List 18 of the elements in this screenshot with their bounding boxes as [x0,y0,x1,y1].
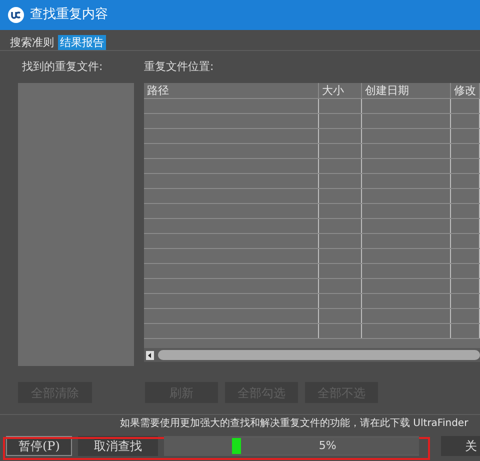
app-logo-icon [8,7,24,23]
tab[interactable]: 搜索准则 [8,35,56,50]
column-header[interactable]: 大小 [319,83,362,98]
window-title: 查找重复内容 [30,6,108,24]
column-header[interactable]: 修改 [451,83,480,98]
pause-button[interactable]: 暂停(P) [6,436,72,456]
horizontal-scrollbar[interactable] [144,348,480,362]
column-header[interactable]: 路径 [144,83,319,98]
close-button[interactable]: 关 [440,436,480,456]
cancel-button[interactable]: 取消查找 [78,436,158,456]
hint-text: 如果需要使用更加强大的查找和解决重复文件的功能，请在此下载 UltraFinder [120,417,470,431]
tab[interactable]: 结果报告 [58,35,106,50]
scroll-thumb[interactable] [158,350,480,360]
column-header[interactable]: 创建日期 [362,83,451,98]
found-files-label: 找到的重复文件: [21,59,104,75]
progress-reading: 5% [318,438,336,454]
scroll-left-icon[interactable] [146,350,154,360]
locations-label: 重复文件位置: [144,59,215,75]
